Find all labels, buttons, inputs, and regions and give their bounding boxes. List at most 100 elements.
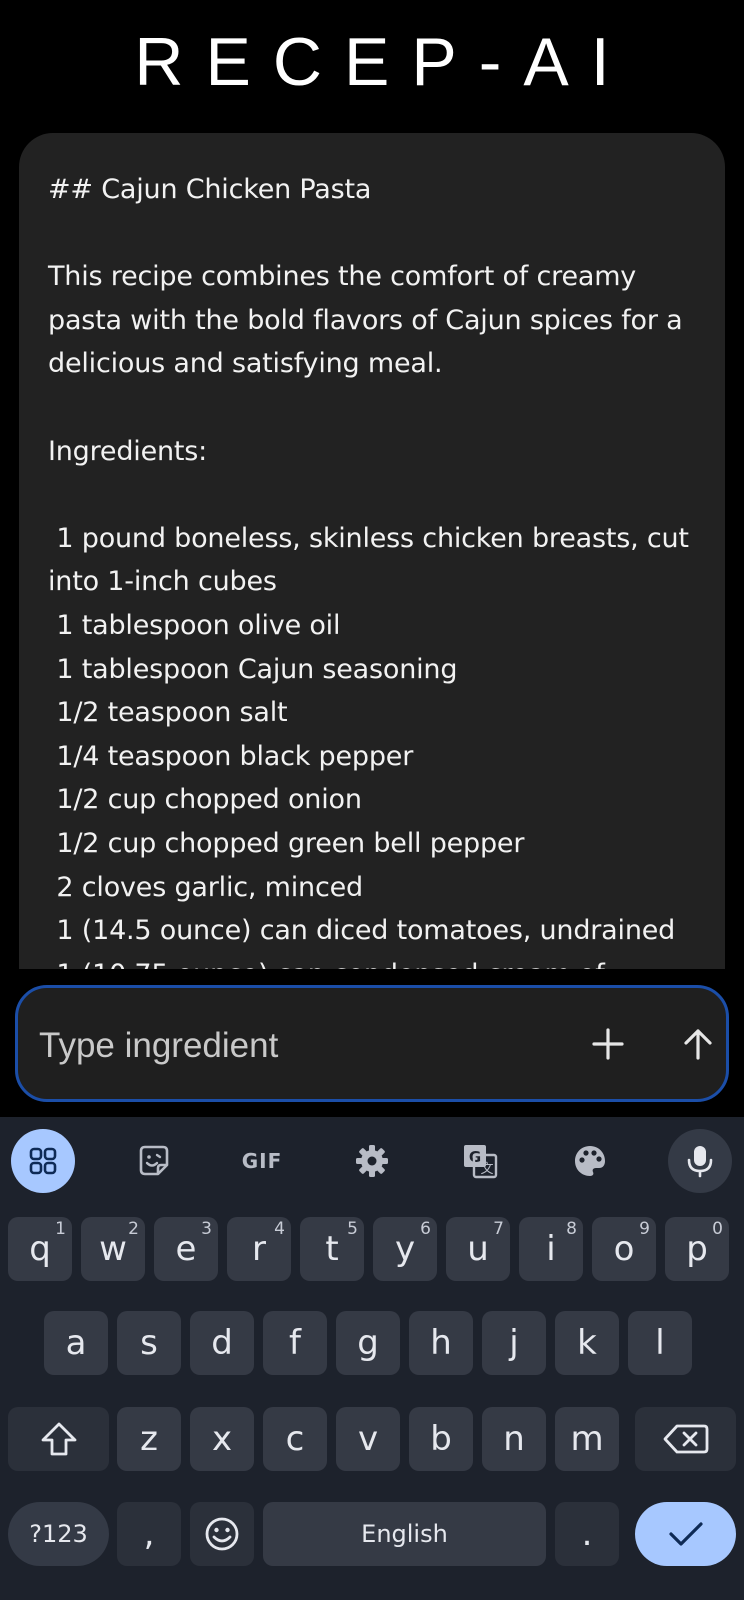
translate-icon: G 文 [464, 1145, 498, 1179]
plus-icon [592, 1028, 624, 1060]
key-hint: 0 [712, 1219, 723, 1239]
key-label: , [143, 1514, 155, 1554]
key-hint: 7 [493, 1219, 504, 1239]
key-hint: 1 [55, 1219, 66, 1239]
gif-icon: GIF [241, 1149, 283, 1173]
ingredient-input[interactable] [39, 1024, 539, 1068]
key-label: h [430, 1323, 452, 1363]
key-hint: 9 [639, 1219, 650, 1239]
backspace-key[interactable] [635, 1407, 736, 1471]
key-label: f [289, 1323, 301, 1363]
key-label: s [140, 1323, 158, 1363]
key-label: q [29, 1229, 51, 1269]
key-label: x [211, 1419, 233, 1459]
shift-icon [41, 1422, 76, 1456]
settings-icon [356, 1145, 388, 1177]
key-t[interactable]: 5t [300, 1217, 364, 1281]
enter-key[interactable] [635, 1502, 736, 1566]
key-g[interactable]: g [336, 1311, 400, 1375]
key-h[interactable]: h [409, 1311, 473, 1375]
key-label: t [325, 1229, 339, 1269]
key-label: k [577, 1323, 597, 1363]
key-label: m [570, 1419, 604, 1459]
key-w[interactable]: 2w [81, 1217, 145, 1281]
key-label: a [65, 1323, 87, 1363]
key-label: d [211, 1323, 233, 1363]
key-label: r [252, 1229, 266, 1269]
comma-key[interactable]: , [117, 1502, 181, 1566]
space-key[interactable]: English [263, 1502, 546, 1566]
gif-button[interactable]: GIF [230, 1129, 294, 1193]
key-x[interactable]: x [190, 1407, 254, 1471]
key-label: g [357, 1323, 379, 1363]
key-hint: 2 [128, 1219, 139, 1239]
mic-icon [687, 1146, 713, 1178]
key-j[interactable]: j [482, 1311, 546, 1375]
key-label: l [655, 1323, 665, 1363]
ingredient-input-bar [15, 985, 729, 1102]
key-label: z [140, 1419, 158, 1459]
checkmark-icon [668, 1522, 703, 1546]
key-label: j [509, 1323, 519, 1363]
key-d[interactable]: d [190, 1311, 254, 1375]
key-label: u [467, 1229, 489, 1269]
key-label: ?123 [29, 1520, 88, 1548]
key-label: n [503, 1419, 525, 1459]
sticker-icon [139, 1145, 169, 1176]
key-label: i [546, 1229, 556, 1269]
key-label: c [285, 1419, 305, 1459]
key-o[interactable]: 9o [592, 1217, 656, 1281]
key-e[interactable]: 3e [154, 1217, 218, 1281]
key-q[interactable]: 1q [8, 1217, 72, 1281]
key-label: o [613, 1229, 635, 1269]
key-hint: 6 [420, 1219, 431, 1239]
key-hint: 5 [347, 1219, 358, 1239]
space-label: English [361, 1520, 448, 1548]
key-b[interactable]: b [409, 1407, 473, 1471]
key-y[interactable]: 6y [373, 1217, 437, 1281]
key-f[interactable]: f [263, 1311, 327, 1375]
keyboard-toolbar: GIF G 文 [0, 1117, 744, 1201]
recipe-text: ## Cajun Chicken Pasta This recipe combi… [48, 174, 689, 969]
key-hint: 3 [201, 1219, 212, 1239]
theme-button[interactable] [558, 1129, 622, 1193]
key-c[interactable]: c [263, 1407, 327, 1471]
key-m[interactable]: m [555, 1407, 619, 1471]
sticker-button[interactable] [122, 1129, 186, 1193]
settings-button[interactable] [340, 1129, 404, 1193]
arrow-up-icon [684, 1029, 712, 1060]
key-z[interactable]: z [117, 1407, 181, 1471]
shift-key[interactable] [8, 1407, 109, 1471]
key-label: v [357, 1419, 379, 1459]
apps-button[interactable] [11, 1129, 75, 1193]
key-hint: 4 [274, 1219, 285, 1239]
translate-button[interactable]: G 文 [448, 1129, 512, 1193]
key-r[interactable]: 4r [227, 1217, 291, 1281]
key-s[interactable]: s [117, 1311, 181, 1375]
symbols-key[interactable]: ?123 [8, 1502, 109, 1566]
key-label: e [175, 1229, 197, 1269]
backspace-icon [663, 1424, 708, 1454]
key-v[interactable]: v [336, 1407, 400, 1471]
key-p[interactable]: 0p [665, 1217, 729, 1281]
apps-grid-icon [29, 1147, 57, 1175]
key-l[interactable]: l [628, 1311, 692, 1375]
key-label: . [581, 1514, 593, 1554]
key-label: w [99, 1229, 127, 1269]
app-title: RECEP-AI [134, 24, 632, 100]
palette-icon [575, 1146, 605, 1176]
key-u[interactable]: 7u [446, 1217, 510, 1281]
key-hint: 8 [566, 1219, 577, 1239]
voice-input-button[interactable] [668, 1129, 732, 1193]
key-k[interactable]: k [555, 1311, 619, 1375]
period-key[interactable]: . [555, 1502, 619, 1566]
send-button[interactable] [668, 1014, 728, 1074]
keyboard: GIF G 文 1 q 2 w 3 e 4 r 5 t 6 y 7 u 8 i … [0, 1117, 744, 1600]
key-n[interactable]: n [482, 1407, 546, 1471]
key-i[interactable]: 8i [519, 1217, 583, 1281]
recipe-card: ## Cajun Chicken Pasta This recipe combi… [19, 133, 725, 969]
key-label: p [686, 1229, 708, 1269]
add-ingredient-button[interactable] [578, 1014, 638, 1074]
emoji-key[interactable] [190, 1502, 254, 1566]
key-a[interactable]: a [44, 1311, 108, 1375]
